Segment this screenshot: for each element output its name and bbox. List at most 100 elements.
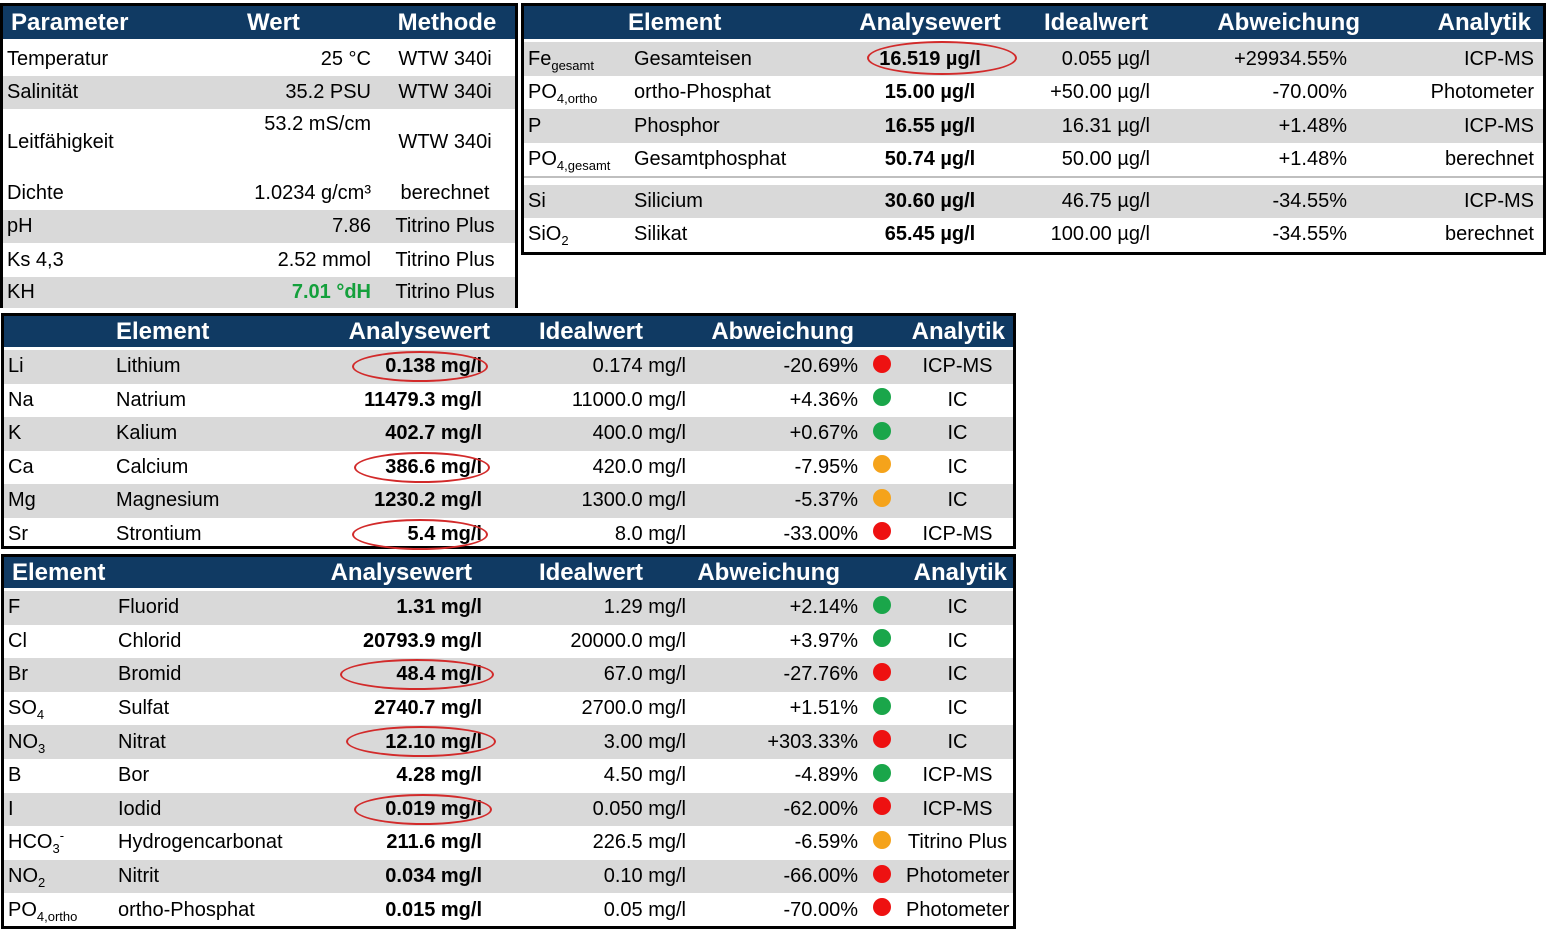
analytik-method: IC xyxy=(947,629,968,652)
header-abweichung: Abweichung xyxy=(1217,8,1360,36)
symbol-text: P xyxy=(528,114,542,137)
trace-table: Element Analysewert Idealwert Abweichung… xyxy=(521,3,1546,255)
deviation-value: +0.67% xyxy=(789,422,858,445)
status-indicator xyxy=(862,730,902,754)
header-idealwert: Idealwert xyxy=(538,558,643,586)
param-method: WTW 340i xyxy=(398,81,492,103)
deviation-value: +1.48% xyxy=(1278,148,1347,170)
analytik-method: IC xyxy=(947,455,968,478)
ideal-value: 0.050 mg/l xyxy=(592,797,686,820)
param-name: KH xyxy=(7,281,35,303)
analysis-value: 48.4 mg/l xyxy=(396,663,482,686)
ideal-value: 400.0 mg/l xyxy=(592,422,686,445)
deviation-value: -6.59% xyxy=(794,831,858,854)
ideal-value: 0.10 mg/l xyxy=(603,865,686,888)
analysis-value: 0.034 mg/l xyxy=(385,865,482,888)
anion-row: Br Bromid 48.4 mg/l 67.0 mg/l -27.76% IC xyxy=(4,658,1013,692)
element-symbol: Mg xyxy=(8,489,36,512)
symbol-text: HCO xyxy=(8,831,53,854)
symbol-superscript: - xyxy=(59,828,65,844)
cation-row: K Kalium 402.7 mg/l 400.0 mg/l +0.67% IC xyxy=(4,417,1013,451)
status-indicator xyxy=(862,696,902,721)
analysis-value: 386.6 mg/l xyxy=(385,455,482,478)
element-symbol: SiO2 xyxy=(524,223,630,247)
symbol-text: NO xyxy=(8,865,38,888)
analytik-method: IC xyxy=(947,422,968,445)
symbol-text: I xyxy=(8,797,14,820)
status-dot-icon xyxy=(873,595,891,614)
status-dot-icon xyxy=(873,898,891,917)
trace-row: PO4,ortho ortho-Phosphat 15.00 µg/l +50.00 … xyxy=(524,76,1543,109)
status-dot-icon xyxy=(873,421,891,440)
header-analysewert: Analysewert xyxy=(330,558,472,586)
analysis-value: 15.00 µg/l xyxy=(884,81,976,103)
analytik-method: IC xyxy=(947,596,968,619)
anion-row: NO3 Nitrat 12.10 mg/l 3.00 mg/l +303.33% IC xyxy=(4,725,1013,759)
param-method: WTW 340i xyxy=(398,47,492,70)
analytik-method: IC xyxy=(947,697,968,720)
analytik-method: ICP-MS xyxy=(1464,47,1534,70)
ideal-value: 2700.0 mg/l xyxy=(581,697,686,720)
analytik-method: ICP-MS xyxy=(922,355,993,378)
header-analytik: Analytik xyxy=(913,558,1007,586)
anion-row: HCO3- Hydrogencarbonat 211.6 mg/l 226.5 mg/… xyxy=(4,826,1013,860)
analytik-method: berechnet xyxy=(1445,148,1534,170)
anion-row: F Fluorid 1.31 mg/l 1.29 mg/l +2.14% IC xyxy=(4,591,1013,625)
deviation-value: -70.00% xyxy=(783,898,859,921)
symbol-text: PO xyxy=(528,148,557,170)
symbol-subscript: 2 xyxy=(38,875,46,891)
status-dot-icon xyxy=(873,662,891,681)
element-symbol: P xyxy=(524,115,630,138)
header-analytik: Analytik xyxy=(1437,8,1531,36)
element-name: Gesamtphosphat xyxy=(634,148,787,170)
cation-table-body: Li Lithium 0.138 mg/l 0.174 mg/l -20.69% ICP-… xyxy=(4,350,1013,551)
param-value: 25 °C xyxy=(320,47,371,70)
header-element: Element xyxy=(12,558,106,586)
element-name: Iodid xyxy=(118,797,162,820)
analysis-value: 0.019 mg/l xyxy=(385,797,482,820)
deviation-value: +2.14% xyxy=(789,596,858,619)
element-symbol: SO4 xyxy=(4,697,114,721)
element-symbol: K xyxy=(8,422,22,445)
status-indicator xyxy=(862,421,902,446)
symbol-text: NO xyxy=(8,730,38,753)
symbol-text: B xyxy=(8,764,22,787)
status-dot-icon xyxy=(873,388,891,407)
analytik-method: IC xyxy=(947,663,968,686)
element-name: Silicium xyxy=(634,190,703,212)
element-symbol: I xyxy=(4,798,114,821)
trace-row: P Phosphor 16.55 µg/l 16.31 µg/l +1.48% ICP-M… xyxy=(524,109,1543,143)
symbol-subscript: 3 xyxy=(38,740,46,756)
status-dot-icon xyxy=(873,629,891,648)
header-analysewert: Analysewert xyxy=(348,317,490,345)
status-indicator xyxy=(862,662,902,687)
deviation-value: -20.69% xyxy=(783,355,859,378)
analysis-value: 12.10 mg/l xyxy=(385,730,482,753)
symbol-subscript: gesamt xyxy=(551,57,594,73)
status-indicator xyxy=(862,595,902,620)
element-name: Sulfat xyxy=(118,697,170,720)
element-symbol: PO4,ortho xyxy=(4,899,114,923)
analytik-method: IC xyxy=(947,388,968,411)
status-dot-icon xyxy=(873,696,891,715)
status-indicator xyxy=(862,488,902,513)
symbol-text: PO xyxy=(528,81,557,103)
ideal-value: 11000.0 mg/l xyxy=(571,388,686,411)
param-name: Leitfähigkeit xyxy=(7,131,114,153)
analytik-method: Photometer xyxy=(906,898,1010,921)
header-element: Element xyxy=(628,8,722,36)
ideal-value: 0.174 mg/l xyxy=(592,355,686,378)
element-symbol: Fegesamt xyxy=(524,48,630,73)
element-name: Fluorid xyxy=(118,596,180,619)
param-row: Salinität 35.2 PSU WTW 340i xyxy=(3,76,515,109)
ideal-value: 0.05 mg/l xyxy=(603,898,686,921)
element-name: Bor xyxy=(118,764,150,787)
ideal-value: 0.055 µg/l xyxy=(1061,47,1150,70)
header-abweichung: Abweichung xyxy=(711,317,854,345)
analytik-method: ICP-MS xyxy=(1464,114,1534,137)
element-name: Bromid xyxy=(118,663,182,686)
ideal-value: 1300.0 mg/l xyxy=(581,489,686,512)
ideal-value: 226.5 mg/l xyxy=(592,831,686,854)
analysis-value: 211.6 mg/l xyxy=(386,831,482,854)
trace-table-body: Fegesamt Gesamteisen 16.519 µg/l 0.055 µg/l… xyxy=(524,41,1543,251)
